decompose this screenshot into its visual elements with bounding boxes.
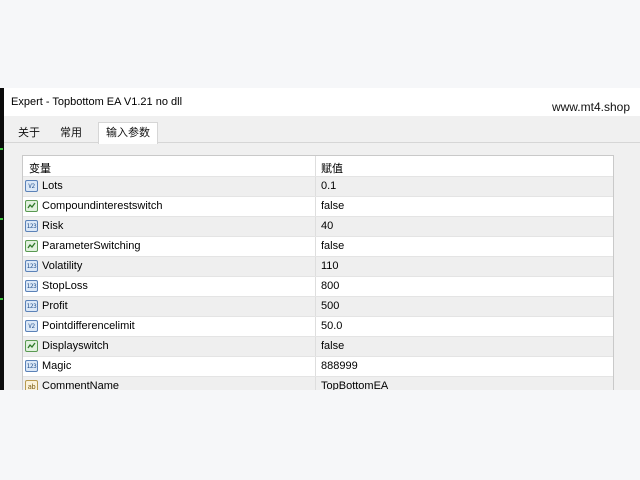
value-cell[interactable]: 500 [316,297,613,316]
double-icon: V2 [25,180,38,192]
variable-cell: Displayswitch [23,337,316,356]
chart-tick [0,148,3,150]
table-row[interactable]: Compoundinterestswitch false [23,197,613,217]
variable-cell: 123 StopLoss [23,277,316,296]
bool-icon [25,240,38,252]
value-cell[interactable]: false [316,197,613,216]
expert-properties-window: Expert - Topbottom EA V1.21 no dll www.m… [4,88,640,392]
header-value-cell[interactable]: 赋值 [316,156,613,176]
chart-tick [0,218,3,220]
table-row[interactable]: 123 Profit 500 [23,297,613,317]
variable-value: 500 [321,300,340,312]
top-background [0,0,640,88]
bool-icon [25,340,38,352]
table-row[interactable]: 123 Volatility 110 [23,257,613,277]
variable-value: 40 [321,220,334,232]
variable-name: Displayswitch [42,340,109,352]
int-icon: 123 [25,260,38,272]
value-cell[interactable]: 800 [316,277,613,296]
variable-cell: 123 Risk [23,217,316,236]
variable-value: false [321,200,345,212]
table-row[interactable]: ParameterSwitching false [23,237,613,257]
value-cell[interactable]: 888999 [316,357,613,376]
table-row[interactable]: V2 Lots 0.1 [23,177,613,197]
variable-value: 50.0 [321,320,343,332]
variable-name: Magic [42,360,72,372]
table-row[interactable]: 123 Risk 40 [23,217,613,237]
variable-cell: 123 Profit [23,297,316,316]
header-value-label: 赋值 [321,163,343,175]
variable-name: Risk [42,220,64,232]
variable-value: 800 [321,280,340,292]
variable-value: false [321,240,345,252]
int-icon: 123 [25,360,38,372]
value-cell[interactable]: 110 [316,257,613,276]
tab-bar: 关于 常用 输入参数 [4,122,640,144]
variable-cell: V2 Lots [23,177,316,196]
int-icon: 123 [25,300,38,312]
variable-cell: 123 Magic [23,357,316,376]
variable-name: StopLoss [42,280,88,292]
table-row[interactable]: V2 Pointdifferencelimit 50.0 [23,317,613,337]
table-row[interactable]: Displayswitch false [23,337,613,357]
variable-name: Compoundinterestswitch [42,200,163,212]
variable-value: 888999 [321,360,358,372]
tab-common[interactable]: 常用 [54,124,88,142]
variable-name: Volatility [42,260,83,272]
value-cell[interactable]: false [316,237,613,256]
int-icon: 123 [25,220,38,232]
table-row[interactable]: 123 StopLoss 800 [23,277,613,297]
variable-cell: ParameterSwitching [23,237,316,256]
grid-header: 变量 赋值 [23,156,613,177]
header-variable-label: 变量 [29,163,51,175]
variable-name: Profit [42,300,68,312]
variable-cell: Compoundinterestswitch [23,197,316,216]
table-row[interactable]: 123 Magic 888999 [23,357,613,377]
double-icon: V2 [25,320,38,332]
chart-tick [0,298,3,300]
variable-cell: 123 Volatility [23,257,316,276]
value-cell[interactable]: false [316,337,613,356]
int-icon: 123 [25,280,38,292]
parameters-grid: 变量 赋值 V2 Lots 0.1 Compoundinterestswitch fal… [23,156,613,391]
variable-value: false [321,340,345,352]
value-cell[interactable]: 40 [316,217,613,236]
variable-name: ParameterSwitching [42,240,141,252]
tab-about[interactable]: 关于 [12,124,46,142]
header-variable-cell[interactable]: 变量 [23,156,316,176]
bool-icon [25,200,38,212]
variable-value: 0.1 [321,180,337,192]
value-cell[interactable]: 0.1 [316,177,613,196]
variable-name: Pointdifferencelimit [42,320,135,332]
variable-name: Lots [42,180,63,192]
inputs-panel: 变量 赋值 V2 Lots 0.1 Compoundinterestswitch fal… [22,155,614,392]
variable-value: 110 [321,260,339,272]
watermark-text: www.mt4.shop [551,100,630,114]
value-cell[interactable]: 50.0 [316,317,613,336]
title-bar[interactable]: Expert - Topbottom EA V1.21 no dll www.m… [4,88,640,116]
bottom-background [0,390,640,480]
variable-cell: V2 Pointdifferencelimit [23,317,316,336]
tab-inputs[interactable]: 输入参数 [98,122,158,144]
window-title: Expert - Topbottom EA V1.21 no dll [11,96,183,108]
